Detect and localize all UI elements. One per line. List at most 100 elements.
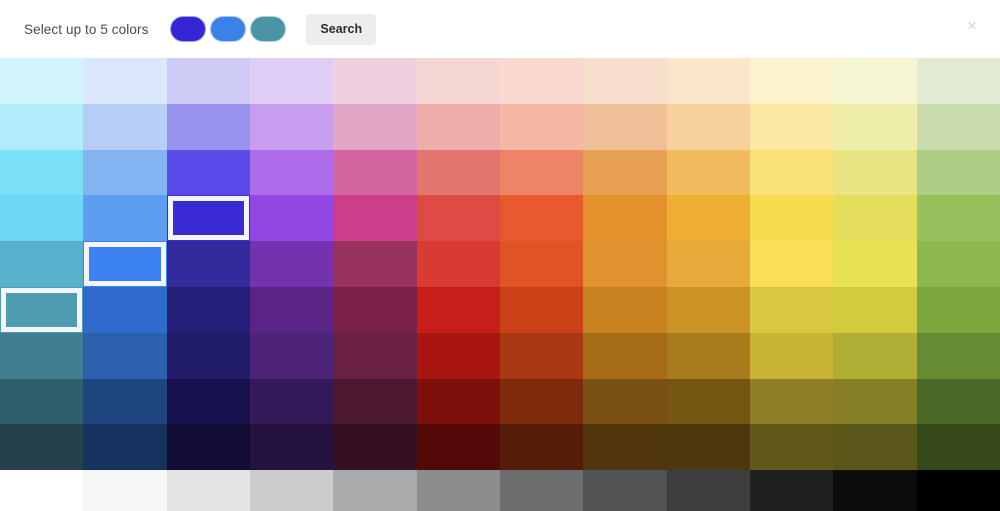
color-swatch-green-6[interactable] [917,333,1000,379]
color-swatch-violet-0[interactable] [250,58,333,104]
color-swatch-green-2[interactable] [917,150,1000,196]
color-swatch-orange-red-4[interactable] [500,241,583,287]
color-swatch-blue-7[interactable] [83,379,166,425]
color-swatch-indigo-8[interactable] [167,424,250,470]
color-swatch-orange-red-8[interactable] [500,424,583,470]
color-swatch-violet-1[interactable] [250,104,333,150]
grayscale-swatch-2[interactable] [167,470,250,511]
color-swatch-magenta-2[interactable] [333,150,416,196]
color-swatch-amber-6[interactable] [667,333,750,379]
color-swatch-yellow-8[interactable] [750,424,833,470]
color-swatch-orange-red-0[interactable] [500,58,583,104]
color-swatch-violet-7[interactable] [250,379,333,425]
color-swatch-indigo-4[interactable] [167,241,250,287]
color-swatch-red-5[interactable] [417,287,500,333]
color-swatch-yellow-green-8[interactable] [833,424,916,470]
color-swatch-violet-6[interactable] [250,333,333,379]
color-swatch-violet-4[interactable] [250,241,333,287]
color-swatch-yellow-green-2[interactable] [833,150,916,196]
color-swatch-blue-5[interactable] [83,287,166,333]
color-swatch-green-1[interactable] [917,104,1000,150]
color-swatch-magenta-4[interactable] [333,241,416,287]
color-swatch-orange-7[interactable] [583,379,666,425]
grayscale-swatch-3[interactable] [250,470,333,511]
grayscale-swatch-8[interactable] [667,470,750,511]
color-swatch-yellow-green-6[interactable] [833,333,916,379]
color-swatch-violet-5[interactable] [250,287,333,333]
search-button[interactable]: Search [306,14,376,45]
color-swatch-orange-1[interactable] [583,104,666,150]
color-swatch-yellow-2[interactable] [750,150,833,196]
color-swatch-green-7[interactable] [917,379,1000,425]
color-swatch-blue-0[interactable] [83,58,166,104]
color-swatch-orange-0[interactable] [583,58,666,104]
color-swatch-blue-3[interactable] [83,195,166,241]
color-swatch-magenta-8[interactable] [333,424,416,470]
color-swatch-cyan-5[interactable] [0,287,83,333]
color-swatch-orange-4[interactable] [583,241,666,287]
color-swatch-blue-2[interactable] [83,150,166,196]
color-swatch-green-8[interactable] [917,424,1000,470]
color-swatch-yellow-3[interactable] [750,195,833,241]
grayscale-swatch-10[interactable] [833,470,916,511]
color-swatch-cyan-6[interactable] [0,333,83,379]
color-swatch-amber-3[interactable] [667,195,750,241]
color-swatch-yellow-6[interactable] [750,333,833,379]
color-swatch-orange-red-5[interactable] [500,287,583,333]
color-swatch-indigo-1[interactable] [167,104,250,150]
color-swatch-magenta-6[interactable] [333,333,416,379]
color-swatch-blue-6[interactable] [83,333,166,379]
color-swatch-green-4[interactable] [917,241,1000,287]
color-swatch-yellow-green-3[interactable] [833,195,916,241]
color-swatch-blue-8[interactable] [83,424,166,470]
color-swatch-indigo-2[interactable] [167,150,250,196]
color-swatch-amber-5[interactable] [667,287,750,333]
color-swatch-amber-8[interactable] [667,424,750,470]
color-swatch-indigo-5[interactable] [167,287,250,333]
color-swatch-yellow-green-5[interactable] [833,287,916,333]
color-swatch-red-0[interactable] [417,58,500,104]
color-swatch-yellow-green-7[interactable] [833,379,916,425]
color-swatch-yellow-1[interactable] [750,104,833,150]
color-swatch-red-1[interactable] [417,104,500,150]
color-swatch-green-0[interactable] [917,58,1000,104]
color-swatch-indigo-7[interactable] [167,379,250,425]
color-swatch-yellow-green-0[interactable] [833,58,916,104]
color-swatch-violet-8[interactable] [250,424,333,470]
color-swatch-cyan-4[interactable] [0,241,83,287]
color-swatch-magenta-0[interactable] [333,58,416,104]
color-swatch-cyan-1[interactable] [0,104,83,150]
color-swatch-cyan-7[interactable] [0,379,83,425]
selected-swatch-1[interactable] [170,16,206,42]
color-swatch-cyan-3[interactable] [0,195,83,241]
color-swatch-magenta-7[interactable] [333,379,416,425]
grayscale-swatch-9[interactable] [750,470,833,511]
color-swatch-magenta-3[interactable] [333,195,416,241]
color-swatch-violet-2[interactable] [250,150,333,196]
color-swatch-indigo-6[interactable] [167,333,250,379]
color-swatch-green-3[interactable] [917,195,1000,241]
color-swatch-red-7[interactable] [417,379,500,425]
color-swatch-cyan-0[interactable] [0,58,83,104]
color-swatch-red-3[interactable] [417,195,500,241]
color-swatch-yellow-green-4[interactable] [833,241,916,287]
color-swatch-orange-red-7[interactable] [500,379,583,425]
grayscale-swatch-0[interactable] [0,470,83,511]
color-swatch-orange-6[interactable] [583,333,666,379]
color-swatch-orange-red-3[interactable] [500,195,583,241]
close-icon[interactable]: × [962,16,982,36]
color-swatch-yellow-0[interactable] [750,58,833,104]
color-swatch-green-5[interactable] [917,287,1000,333]
color-swatch-magenta-5[interactable] [333,287,416,333]
color-swatch-violet-3[interactable] [250,195,333,241]
color-swatch-yellow-4[interactable] [750,241,833,287]
color-swatch-cyan-8[interactable] [0,424,83,470]
color-swatch-orange-3[interactable] [583,195,666,241]
grayscale-swatch-11[interactable] [917,470,1000,511]
color-swatch-orange-2[interactable] [583,150,666,196]
color-swatch-red-6[interactable] [417,333,500,379]
grayscale-swatch-6[interactable] [500,470,583,511]
color-swatch-orange-5[interactable] [583,287,666,333]
color-swatch-red-8[interactable] [417,424,500,470]
color-swatch-yellow-green-1[interactable] [833,104,916,150]
